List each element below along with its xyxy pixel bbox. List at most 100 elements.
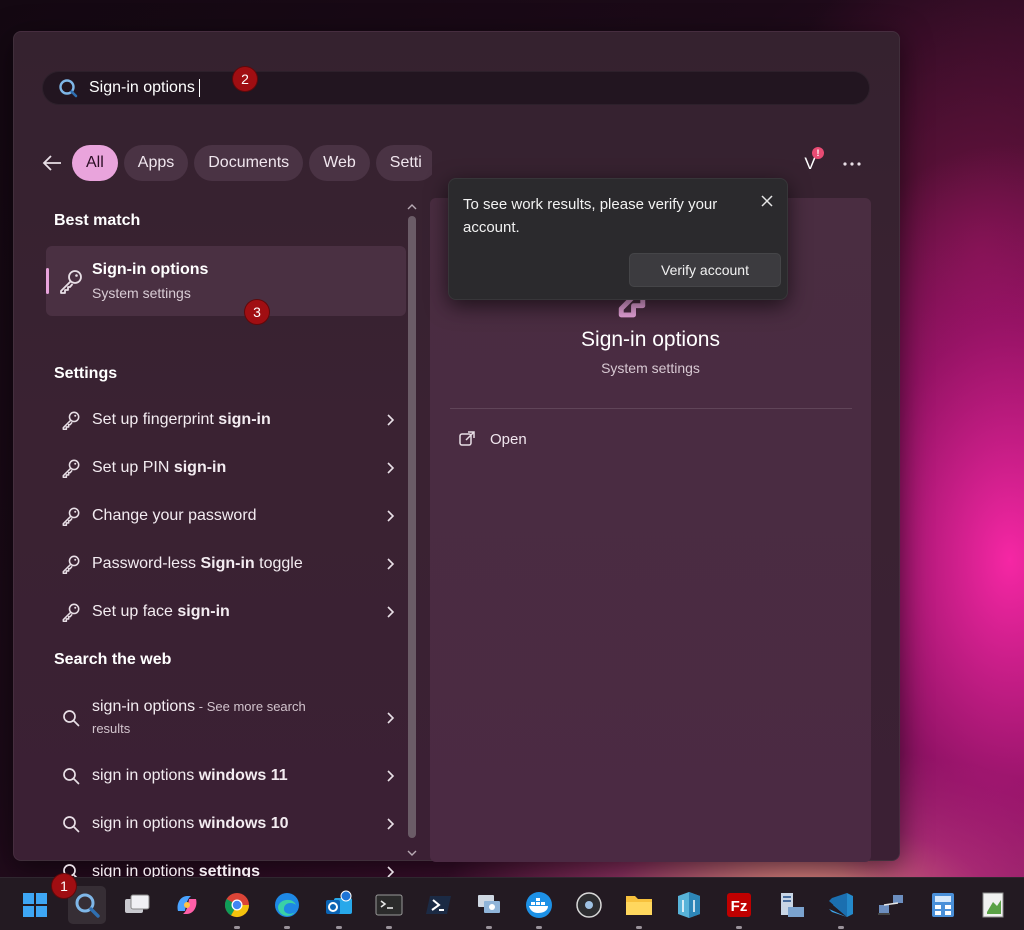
back-arrow-icon [42, 155, 61, 171]
filezilla-icon[interactable]: Fz [720, 886, 758, 924]
running-indicator [284, 926, 290, 929]
settings-item-label: Set up fingerprint sign-in [92, 411, 271, 428]
vscode-icon[interactable] [822, 886, 860, 924]
search-icon [57, 77, 79, 99]
chrome-icon[interactable] [218, 886, 256, 924]
settings-item-pin[interactable]: Set up PIN sign-in [46, 446, 406, 490]
chevron-right-icon [387, 818, 395, 830]
svg-text:Fz: Fz [731, 898, 748, 915]
settings-item-label: Password-less Sign-in toggle [92, 555, 303, 572]
start-search-panel: 2 All Apps Documents Web Setti V ! Best … [13, 31, 900, 881]
key-icon [60, 602, 82, 622]
settings-item-label: Set up PIN sign-in [92, 459, 227, 476]
chevron-right-icon [387, 558, 395, 570]
task-view-icon[interactable] [118, 886, 156, 924]
key-icon [60, 506, 82, 526]
preview-subtitle: System settings [601, 360, 700, 376]
taskbar: 1 Fz [0, 873, 1024, 930]
best-match-heading: Best match [54, 212, 141, 229]
results-list: Best match Sign-in options System settin… [46, 198, 406, 881]
tab-documents[interactable]: Documents [194, 145, 304, 181]
search-icon [60, 709, 82, 727]
docker-icon[interactable] [520, 886, 558, 924]
tab-apps[interactable]: Apps [123, 145, 189, 181]
avatar-alert-badge: ! [812, 147, 824, 159]
web-result-label: sign in options windows 10 [92, 815, 289, 832]
scroll-down-arrow-icon[interactable] [406, 848, 418, 858]
divider [450, 408, 852, 409]
verify-account-toast: To see work results, please verify your … [448, 178, 788, 300]
edge-icon[interactable] [268, 886, 306, 924]
running-indicator [838, 926, 844, 929]
web-result-see-more[interactable]: sign-in options - See more search results [46, 688, 406, 748]
file-explorer-icon[interactable] [620, 886, 658, 924]
more-options-button[interactable] [838, 150, 866, 178]
web-result-windows-11[interactable]: sign in options windows 11 [46, 754, 406, 798]
calculator-icon[interactable] [924, 886, 962, 924]
windows-start-icon[interactable] [16, 886, 54, 924]
filter-bar: All Apps Documents Web Setti [42, 144, 432, 182]
preview-title: Sign-in options [581, 328, 720, 351]
annotation-badge-2: 2 [232, 66, 258, 92]
notepad-icon[interactable] [974, 886, 1012, 924]
settings-item-label: Change your password [92, 507, 257, 524]
tab-settings[interactable]: Setti [375, 145, 432, 181]
settings-item-password[interactable]: Change your password [46, 494, 406, 538]
remote-desktop-icon[interactable] [470, 886, 508, 924]
running-indicator [386, 926, 392, 929]
running-indicator [736, 926, 742, 929]
settings-item-passwordless-toggle[interactable]: Password-less Sign-in toggle [46, 542, 406, 586]
settings-item-label: Set up face sign-in [92, 603, 230, 620]
results-scrollbar[interactable] [406, 200, 420, 860]
tab-all[interactable]: All [72, 145, 118, 181]
toast-message: To see work results, please verify your … [463, 196, 718, 236]
chevron-right-icon [387, 414, 395, 426]
web-result-label: sign in options windows 11 [92, 767, 288, 784]
best-match-subtitle: System settings [92, 285, 191, 301]
scroll-up-arrow-icon[interactable] [406, 202, 418, 212]
powershell-icon[interactable] [420, 886, 458, 924]
settings-item-fingerprint[interactable]: Set up fingerprint sign-in [46, 398, 406, 442]
best-match-item[interactable]: Sign-in options System settings [46, 246, 406, 316]
terminal-icon[interactable] [370, 886, 408, 924]
annotation-badge-1: 1 [51, 873, 77, 899]
chevron-right-icon [387, 462, 395, 474]
key-icon [60, 458, 82, 478]
scroll-thumb[interactable] [408, 216, 416, 838]
search-box[interactable] [42, 71, 870, 105]
open-button[interactable]: Open [458, 430, 527, 448]
back-button[interactable] [42, 145, 62, 181]
azure-storage-icon[interactable] [670, 886, 708, 924]
open-external-icon [459, 431, 475, 446]
running-indicator [536, 926, 542, 929]
web-result-label: sign-in options - See more search results [92, 698, 306, 736]
server-manager-icon[interactable] [772, 886, 810, 924]
chevron-right-icon [387, 606, 395, 618]
key-icon [58, 268, 84, 299]
obs-icon[interactable] [570, 886, 608, 924]
best-match-title: Sign-in options [92, 261, 209, 278]
running-indicator [234, 926, 240, 929]
more-dots-icon [843, 162, 861, 166]
open-label: Open [490, 430, 527, 448]
running-indicator [486, 926, 492, 929]
chevron-right-icon [387, 770, 395, 782]
close-icon[interactable] [759, 193, 775, 209]
key-icon [60, 410, 82, 430]
network-icon[interactable] [872, 886, 910, 924]
settings-item-face[interactable]: Set up face sign-in [46, 590, 406, 634]
web-result-windows-10[interactable]: sign in options windows 10 [46, 802, 406, 846]
search-input[interactable] [89, 79, 209, 97]
text-caret [199, 79, 200, 97]
running-indicator [636, 926, 642, 929]
tab-web[interactable]: Web [309, 145, 370, 181]
key-icon [60, 554, 82, 574]
verify-account-button[interactable]: Verify account [629, 253, 781, 287]
selection-indicator [46, 268, 49, 294]
copilot-icon[interactable] [168, 886, 206, 924]
search-web-heading: Search the web [54, 651, 172, 668]
chevron-right-icon [387, 712, 395, 724]
outlook-icon[interactable] [320, 886, 358, 924]
search-icon [60, 767, 82, 785]
chevron-right-icon [387, 510, 395, 522]
